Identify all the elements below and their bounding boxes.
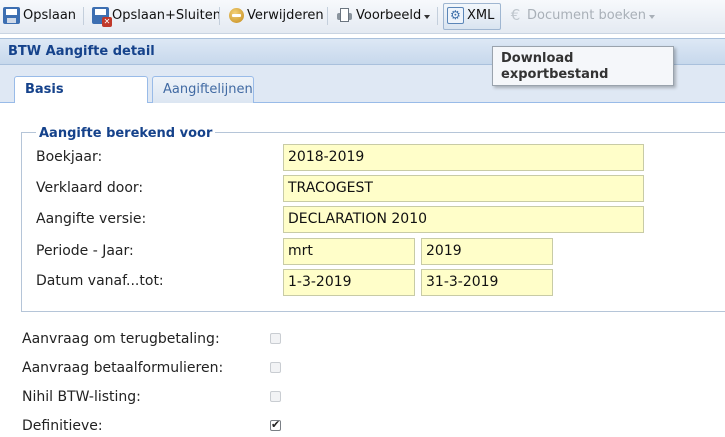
tab-aangiftelijnen[interactable]: Aangiftelijnen — [152, 76, 254, 103]
dropdown-arrow-icon — [649, 14, 655, 19]
tooltip-line-2: exportbestand — [501, 67, 609, 82]
option-label-betaalformulieren: Aanvraag betaalformulieren: — [22, 360, 224, 376]
toolbar-separator — [437, 7, 438, 25]
option-label-definitieve: Definitieve: — [22, 418, 103, 434]
checkbox-nihil-listing[interactable] — [270, 391, 281, 402]
periode-jaar-label: Periode - Jaar: — [36, 243, 134, 259]
boekjaar-field[interactable]: 2018-2019 — [283, 144, 644, 171]
save-close-icon — [92, 7, 112, 27]
datum-vanaf-field[interactable]: 1-3-2019 — [283, 269, 415, 296]
printer-icon — [336, 7, 353, 24]
jaar-field[interactable]: 2019 — [421, 238, 553, 265]
toolbar-separator — [219, 7, 220, 25]
tooltip-line-1: Download — [501, 51, 574, 66]
toolbar-separator — [83, 7, 84, 25]
aangifte-versie-label: Aangifte versie: — [36, 211, 147, 227]
boekjaar-label: Boekjaar: — [36, 149, 103, 165]
xml-button[interactable]: XML — [447, 4, 494, 27]
euro-icon: € — [510, 6, 521, 24]
checkbox-definitieve[interactable] — [270, 418, 281, 431]
preview-button[interactable]: Voorbeeld — [336, 4, 431, 27]
save-icon — [3, 7, 20, 24]
panel-title: BTW Aangifte detail — [8, 44, 155, 59]
option-label-nihil-listing: Nihil BTW-listing: — [22, 389, 141, 405]
aangifte-versie-field[interactable]: DECLARATION 2010 — [283, 206, 644, 233]
delete-button[interactable]: Verwijderen — [229, 4, 324, 27]
xml-export-icon — [447, 7, 464, 24]
save-close-button[interactable]: Opslaan+Sluiten — [92, 4, 221, 27]
toolbar-separator — [327, 7, 328, 25]
toolbar: Opslaan Opslaan+Sluiten Verwijderen Voor… — [0, 0, 725, 34]
delete-icon — [229, 8, 244, 23]
xml-tooltip: Download exportbestand — [492, 46, 674, 86]
datum-tot-field[interactable]: 31-3-2019 — [421, 269, 553, 296]
option-label-terugbetaling: Aanvraag om terugbetaling: — [22, 331, 220, 347]
book-document-button[interactable]: € Document boeken — [507, 4, 655, 27]
dropdown-arrow-icon — [424, 14, 431, 19]
verklaard-door-label: Verklaard door: — [36, 180, 144, 196]
checkbox-betaalformulieren[interactable] — [270, 362, 281, 373]
verklaard-door-field[interactable]: TRACOGEST — [283, 175, 644, 202]
periode-field[interactable]: mrt — [283, 238, 415, 265]
fieldset-legend: Aangifte berekend voor — [36, 126, 216, 141]
datum-label: Datum vanaf...tot: — [36, 273, 164, 289]
save-button[interactable]: Opslaan — [3, 4, 76, 27]
checkbox-terugbetaling[interactable] — [270, 333, 281, 344]
tab-basis-informatie[interactable]: Basis Informatie — [14, 76, 148, 122]
